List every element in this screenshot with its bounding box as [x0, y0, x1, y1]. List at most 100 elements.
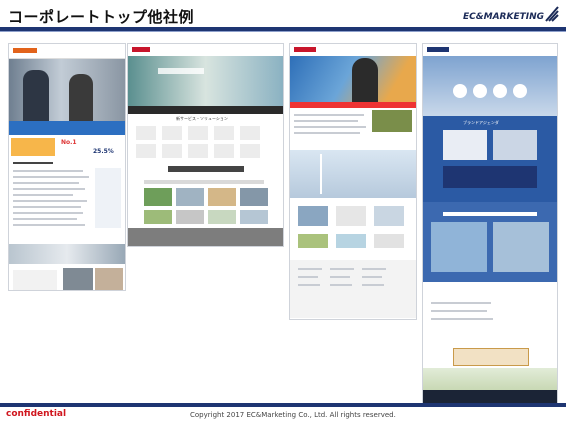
- site3-hero-person: [352, 58, 378, 102]
- site3-news-row: [294, 114, 364, 116]
- site3-news-row: [294, 120, 358, 122]
- site1-bottom-photo-2: [95, 268, 123, 290]
- site-screenshot-3: [289, 43, 417, 320]
- site2-product: [162, 126, 182, 140]
- site4-section-title: [443, 212, 537, 216]
- site1-side-links: [95, 168, 121, 228]
- site2-nav: [128, 106, 283, 114]
- site1-news-row: [13, 176, 89, 178]
- site2-product: [162, 144, 182, 158]
- site3-footer-link: [298, 268, 322, 270]
- site4-news-row: [431, 310, 487, 312]
- site1-bottom-card: [13, 270, 57, 290]
- copyright-text: Copyright 2017 EC&Marketing Co., Ltd. Al…: [190, 411, 396, 419]
- site3-footer-link: [330, 276, 350, 278]
- site2-product: [136, 126, 156, 140]
- site1-news-row: [13, 182, 79, 184]
- site4-hero-circle: [513, 84, 527, 98]
- site3-card: [336, 234, 366, 248]
- site1-news-row: [13, 200, 87, 202]
- site2-dark-banner: [168, 166, 244, 172]
- site2-photo: [208, 210, 236, 224]
- site2-product: [240, 144, 260, 158]
- site3-footer-link: [362, 284, 384, 286]
- site4-card: [443, 130, 487, 160]
- site2-hero: [128, 56, 283, 106]
- site1-news-row: [13, 224, 85, 226]
- site3-footer-link: [298, 284, 320, 286]
- site1-news-row: [13, 194, 73, 196]
- site2-logo: [132, 47, 150, 52]
- company-logo: EC&MARKETING: [463, 12, 544, 22]
- site2-product: [136, 144, 156, 158]
- site4-hero-circle: [473, 84, 487, 98]
- site2-photo: [208, 188, 236, 206]
- site2-photo: [176, 188, 204, 206]
- site4-card-wide: [443, 166, 537, 188]
- site2-product: [214, 126, 234, 140]
- site4-news-row: [431, 318, 493, 320]
- site3-side-photo: [372, 110, 412, 132]
- site3-footer-link: [330, 284, 352, 286]
- site2-photo: [144, 210, 172, 224]
- site1-news-title: [13, 162, 53, 164]
- site4-logo: [427, 47, 449, 52]
- site2-footer: [128, 228, 283, 246]
- site2-hero-copy: [158, 68, 204, 74]
- site1-orange-banner: [11, 138, 55, 156]
- site3-wind-banner: [290, 150, 416, 198]
- site3-logo: [294, 47, 316, 52]
- site1-news-row: [13, 218, 77, 220]
- site1-news-row: [13, 188, 85, 190]
- site3-nav-strip: [290, 102, 416, 108]
- site1-news-row: [13, 206, 81, 208]
- site1-bottom-photo: [63, 268, 93, 290]
- site2-section-title: 新サービス・ソリューション: [176, 116, 228, 121]
- site4-photo: [431, 222, 487, 272]
- site3-footer-link: [330, 268, 354, 270]
- site3-card: [374, 206, 404, 226]
- site3-footer-link: [362, 268, 386, 270]
- header-rule-thin: [0, 31, 566, 32]
- site4-hero-circle: [453, 84, 467, 98]
- site3-card: [298, 234, 328, 248]
- site2-photo: [240, 188, 268, 206]
- site3-wind-turbine: [320, 154, 322, 194]
- confidential-label: confidential: [6, 409, 67, 419]
- site1-news-row: [13, 212, 83, 214]
- site4-photo: [493, 222, 549, 272]
- logo-mark-icon: [545, 6, 559, 22]
- site1-news-row: [13, 170, 83, 172]
- site1-hero-person: [23, 70, 49, 121]
- site3-news-row: [294, 132, 360, 134]
- site1-building-banner: [9, 244, 125, 264]
- site4-footer: [423, 390, 557, 404]
- site-screenshot-4: ブランドアジェンダ: [422, 43, 558, 405]
- site1-logo: [13, 48, 37, 53]
- footer-rule: [0, 403, 566, 407]
- site1-hero-person-2: [69, 74, 93, 121]
- site2-product: [188, 144, 208, 158]
- site3-news-row: [294, 126, 366, 128]
- site3-card: [298, 206, 328, 226]
- site3-footer-link: [298, 276, 318, 278]
- site4-news-row: [431, 302, 491, 304]
- site-screenshot-2: 新サービス・ソリューション: [127, 43, 284, 247]
- slide-title: コーポレートトップ他社例: [8, 8, 195, 26]
- site1-headline: No.1: [61, 139, 77, 146]
- site2-photo: [144, 188, 172, 206]
- site4-hero-text: ブランドアジェンダ: [463, 120, 499, 125]
- site4-cta: [453, 348, 529, 366]
- site4-hero: [423, 56, 557, 116]
- site2-product: [240, 126, 260, 140]
- site2-photo: [176, 210, 204, 224]
- site2-section-heading: [144, 180, 264, 184]
- site4-news: [423, 282, 557, 342]
- site2-product: [214, 144, 234, 158]
- site4-hero-circle: [493, 84, 507, 98]
- site-screenshot-1: No.1 25.5%: [8, 43, 126, 291]
- site1-score: 25.5%: [93, 148, 114, 155]
- site3-card: [336, 206, 366, 226]
- site4-card: [493, 130, 537, 160]
- site2-product: [188, 126, 208, 140]
